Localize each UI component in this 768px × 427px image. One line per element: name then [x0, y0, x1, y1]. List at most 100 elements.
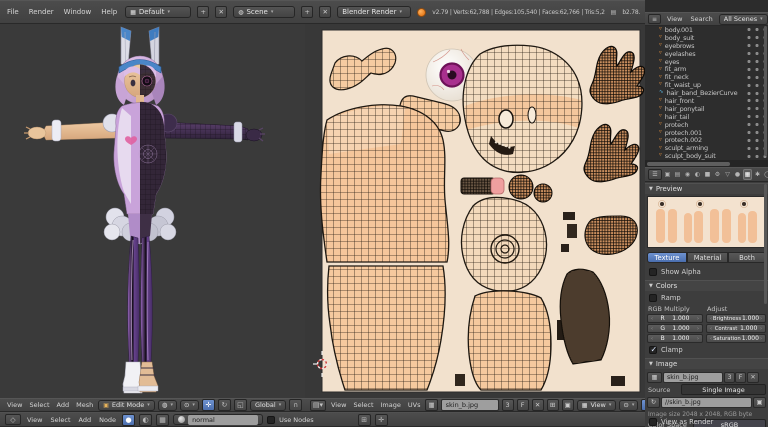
snap-magnet-button[interactable]: ∩ — [289, 399, 302, 411]
uv-image-name-field[interactable]: skin_b.jpg — [441, 399, 499, 411]
manipulator-rotate-button[interactable]: ↻ — [218, 399, 231, 411]
properties-scrollbar[interactable] — [764, 184, 767, 304]
outliner-scrollbar[interactable] — [764, 26, 767, 156]
image-name-field[interactable]: skin_b.jpg — [663, 372, 723, 383]
g-slider[interactable]: ‹G1.000› — [647, 324, 703, 333]
ramp-checkbox[interactable]: Ramp — [649, 294, 681, 302]
uv-image-editor[interactable] — [305, 24, 645, 398]
uv-fake-user-button[interactable]: F — [517, 399, 529, 411]
outliner-item[interactable]: ▿fit_neck — [645, 73, 768, 81]
clamp-checkbox[interactable]: Clamp — [649, 346, 683, 354]
uv-new-image-button[interactable]: ⊞ — [547, 399, 559, 411]
menu-file[interactable]: File — [5, 8, 21, 16]
outliner-item[interactable]: ∿hair_band_BezierCurve — [645, 89, 768, 97]
shader-nodes-button[interactable]: ● — [122, 414, 135, 426]
image-panel-header[interactable]: ▼ Image — [645, 358, 768, 369]
preview-panel-header[interactable]: ▼ Preview — [645, 183, 768, 194]
v3d-menu-view[interactable]: View — [5, 401, 24, 409]
uv-pivot-dropdown[interactable]: ⊙▾ — [619, 400, 638, 411]
outliner-item[interactable]: ▿hair_front — [645, 97, 768, 105]
tab-render-layers-icon[interactable]: ▤ — [673, 169, 682, 180]
node-material-dropdown[interactable]: normal — [173, 414, 263, 425]
preview-texture-button[interactable]: Texture — [647, 252, 687, 263]
compositing-nodes-button[interactable]: ◐ — [139, 414, 152, 426]
image-browse-icon[interactable]: ▦ — [425, 399, 437, 411]
filepath-field[interactable]: //skin_b.jpg — [661, 397, 752, 408]
preview-material-button[interactable]: Material — [687, 252, 728, 263]
outliner-menu-search[interactable]: Search — [688, 15, 714, 23]
outliner-menu-view[interactable]: View — [665, 15, 684, 23]
node-menu-view[interactable]: View — [25, 416, 44, 424]
fake-user-button[interactable]: F — [735, 372, 746, 383]
mode-dropdown[interactable]: ▣ Edit Mode ▾ — [98, 400, 155, 411]
menu-render[interactable]: Render — [27, 8, 56, 16]
tab-render-icon[interactable]: ▣ — [663, 169, 672, 180]
render-engine-dropdown[interactable]: Blender Render ▾ — [337, 6, 411, 18]
uv-menu-uvs[interactable]: UVs — [406, 401, 423, 409]
pivot-dropdown[interactable]: ⊙▾ — [180, 400, 199, 411]
shading-dropdown[interactable]: ◍▾ — [158, 400, 177, 411]
tab-physics-icon[interactable]: ◯ — [763, 169, 768, 180]
outliner-item[interactable]: ▿hair_ponytail — [645, 105, 768, 113]
texture-nodes-button[interactable]: ▦ — [156, 414, 169, 426]
scene-add-button[interactable]: + — [301, 6, 313, 18]
uv-open-image-button[interactable]: ▣ — [562, 399, 574, 411]
show-alpha-checkbox[interactable]: Show Alpha — [649, 268, 701, 276]
node-menu-select[interactable]: Select — [48, 416, 72, 424]
outliner-item[interactable]: ▿sculpt_body_suit — [645, 152, 768, 160]
tab-material-icon[interactable]: ● — [733, 169, 742, 180]
outliner-hscrollbar[interactable] — [645, 160, 768, 167]
v3d-menu-select[interactable]: Select — [27, 401, 51, 409]
3d-viewport[interactable] — [0, 24, 305, 398]
material-name-field[interactable]: normal — [188, 415, 258, 425]
brightness-slider[interactable]: ‹Brightness1.000› — [706, 314, 766, 323]
uv-editor-type-icon[interactable]: ▤▾ — [310, 400, 326, 411]
node-menu-add[interactable]: Add — [77, 416, 94, 424]
outliner-item[interactable]: ▿eyes — [645, 58, 768, 66]
b-slider[interactable]: ‹B1.000› — [647, 334, 703, 343]
scene-dropdown[interactable]: ◍ Scene ▾ — [233, 6, 295, 18]
use-nodes-checkbox[interactable] — [267, 416, 275, 424]
view-as-render-checkbox[interactable]: View as Render — [649, 418, 713, 426]
tab-world-icon[interactable]: ◐ — [693, 169, 702, 180]
menu-window[interactable]: Window — [62, 8, 94, 16]
uv-unlink-button[interactable]: ✕ — [532, 399, 544, 411]
node-menu-node[interactable]: Node — [97, 416, 118, 424]
image-users-button[interactable]: 3 — [724, 372, 735, 383]
outliner-item[interactable]: ▿fit_waist_up — [645, 81, 768, 89]
open-file-icon[interactable]: ▣ — [753, 397, 766, 408]
layout-add-button[interactable]: + — [197, 6, 209, 18]
uv-menu-image[interactable]: Image — [379, 401, 403, 409]
v3d-menu-mesh[interactable]: Mesh — [74, 401, 95, 409]
tab-particles-icon[interactable]: ✱ — [753, 169, 762, 180]
tab-data-icon[interactable]: ▽ — [723, 169, 732, 180]
uv-vertex-select-button[interactable]: • — [641, 399, 645, 411]
r-slider[interactable]: ‹R1.000› — [647, 314, 703, 323]
image-browse-icon[interactable]: ▦ — [647, 372, 662, 383]
v3d-menu-add[interactable]: Add — [55, 401, 72, 409]
tab-texture-icon[interactable]: ▦ — [743, 169, 752, 180]
outliner-item[interactable]: ▿sculpt_arming — [645, 144, 768, 152]
scene-delete-button[interactable]: ✕ — [319, 6, 331, 18]
tab-modifiers-icon[interactable]: ⚙ — [713, 169, 722, 180]
outliner-item[interactable]: ▿protech — [645, 121, 768, 129]
manipulator-translate-button[interactable]: ✛ — [202, 399, 215, 411]
node-editor-type-icon[interactable]: ◇ — [5, 414, 21, 425]
screen-layout-dropdown[interactable]: ▦ Default ▾ — [125, 6, 191, 18]
uv-image-users-button[interactable]: 3 — [502, 399, 514, 411]
menu-help[interactable]: Help — [99, 8, 119, 16]
outliner-item[interactable]: ▿protech.001 — [645, 129, 768, 137]
reload-image-icon[interactable]: ↻ — [647, 397, 660, 408]
node-snap-button[interactable]: ⊞ — [358, 414, 371, 426]
manipulator-scale-button[interactable]: ◱ — [234, 399, 247, 411]
tab-scene-icon[interactable]: ◉ — [683, 169, 692, 180]
node-manipulator-button[interactable]: ✛ — [375, 414, 388, 426]
saturation-slider[interactable]: ‹Saturation1.000› — [706, 334, 766, 343]
unlink-image-button[interactable]: ✕ — [747, 372, 759, 383]
orientation-dropdown[interactable]: Global ▾ — [250, 400, 286, 411]
outliner-item[interactable]: ▿eyelashes — [645, 50, 768, 58]
outliner-item[interactable]: ▿hair_tail — [645, 113, 768, 121]
outliner-item[interactable]: ▿body.001 — [645, 26, 768, 34]
layout-delete-button[interactable]: ✕ — [215, 6, 227, 18]
outliner-item[interactable]: ▿protech.002 — [645, 136, 768, 144]
